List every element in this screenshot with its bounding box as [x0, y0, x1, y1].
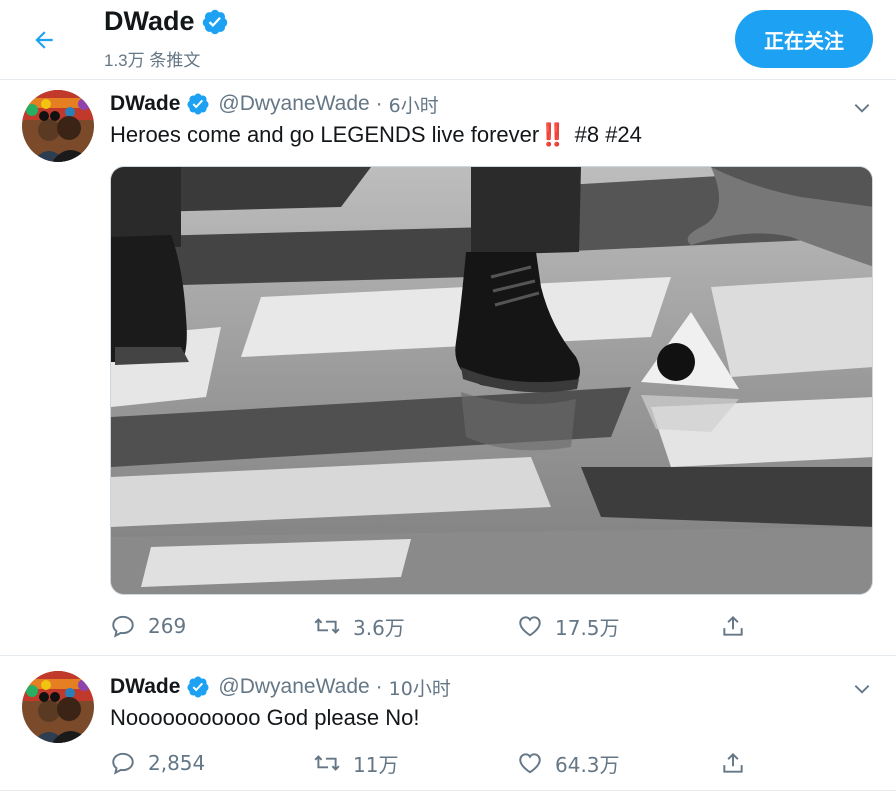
double-exclamation-emoji: ‼️ — [539, 122, 567, 147]
reply-count: 269 — [148, 614, 187, 638]
like-button[interactable]: 64.3万 — [517, 745, 620, 781]
tweet-timestamp[interactable]: 6小时 — [389, 91, 439, 118]
verified-badge-icon — [186, 675, 210, 699]
retweet-icon — [314, 618, 340, 634]
profile-name: DWade — [104, 6, 195, 36]
tweet-header: DWade @DwyaneWade · 10小时 — [110, 673, 451, 701]
tweet-timestamp[interactable]: 10小时 — [389, 674, 451, 701]
like-button[interactable]: 17.5万 — [517, 608, 620, 644]
separator-dot: · — [375, 675, 383, 698]
tweet-actions: 269 3.6万 17.5万 — [110, 608, 760, 644]
profile-title: DWade — [104, 6, 229, 37]
hashtags[interactable]: #8 #24 — [575, 122, 642, 147]
tweet-menu-button[interactable] — [850, 96, 874, 120]
author-handle[interactable]: @DwyaneWade — [218, 92, 369, 116]
retweet-icon — [314, 755, 340, 771]
verified-badge-icon — [186, 92, 210, 116]
verified-badge-icon — [202, 9, 227, 34]
tweet-header: DWade @DwyaneWade · 6小时 — [110, 90, 439, 118]
profile-header: DWade 1.3万 条推文 正在关注 — [0, 0, 896, 80]
shoes-on-court-image — [111, 167, 872, 594]
tweet-count: 1.3万 条推文 — [104, 51, 201, 70]
share-button[interactable] — [720, 608, 746, 644]
heart-icon — [519, 616, 541, 637]
share-icon — [723, 752, 743, 773]
tweet-body: Heroes come and go LEGENDS live forever — [110, 122, 540, 147]
author-name[interactable]: DWade — [110, 675, 180, 699]
avatar-image — [22, 90, 94, 162]
like-count: 64.3万 — [555, 752, 620, 777]
tweet-text: Nooooooooooo God please No! — [110, 705, 420, 730]
retweet-button[interactable]: 11万 — [313, 745, 398, 781]
share-button[interactable] — [720, 745, 746, 781]
avatar-image — [22, 671, 94, 743]
reply-icon — [112, 615, 134, 638]
like-count: 17.5万 — [555, 615, 620, 640]
heart-icon — [519, 753, 541, 774]
reply-button[interactable]: 2,854 — [110, 745, 205, 781]
avatar[interactable] — [22, 90, 94, 162]
following-button[interactable]: 正在关注 — [735, 10, 873, 68]
chevron-down-icon — [854, 685, 870, 694]
author-name[interactable]: DWade — [110, 92, 180, 116]
tweet-menu-button[interactable] — [850, 677, 874, 701]
reply-count: 2,854 — [148, 751, 206, 775]
retweet-count: 3.6万 — [353, 615, 405, 640]
tweet-actions: 2,854 11万 64.3万 — [110, 745, 760, 781]
back-button[interactable] — [26, 22, 62, 58]
chevron-down-icon — [854, 104, 870, 113]
back-arrow-icon — [35, 31, 53, 49]
author-handle[interactable]: @DwyaneWade — [218, 675, 369, 699]
reply-icon — [112, 752, 134, 775]
tweet[interactable]: DWade @DwyaneWade · 6小时 Heroes come and … — [0, 80, 896, 656]
tweet-text: Heroes come and go LEGENDS live forever‼… — [110, 122, 642, 148]
retweet-button[interactable]: 3.6万 — [313, 608, 405, 644]
separator-dot: · — [375, 92, 383, 115]
avatar[interactable] — [22, 671, 94, 743]
share-icon — [723, 615, 743, 636]
reply-button[interactable]: 269 — [110, 608, 186, 644]
retweet-count: 11万 — [353, 752, 399, 777]
tweet[interactable]: DWade @DwyaneWade · 10小时 Nooooooooooo Go… — [0, 657, 896, 791]
tweet-photo[interactable] — [110, 166, 873, 595]
